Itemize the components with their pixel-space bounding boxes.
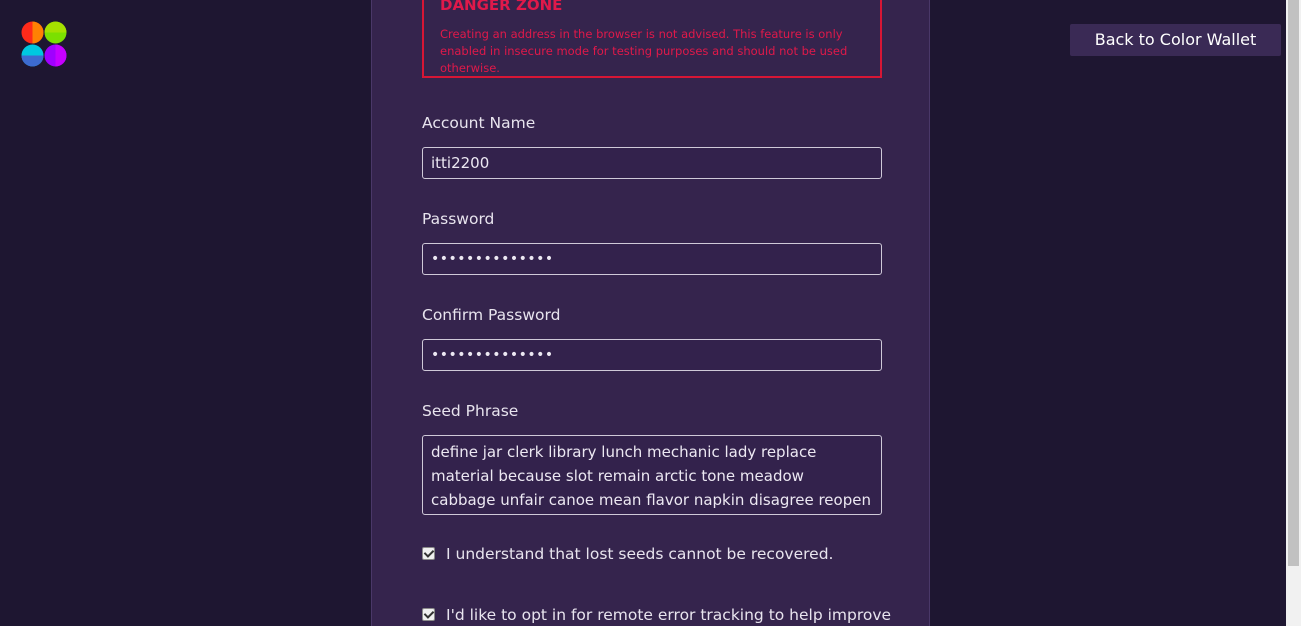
- account-name-label: Account Name: [422, 114, 536, 132]
- password-input[interactable]: ••••••••••••••: [422, 243, 882, 275]
- color-wallet-logo[interactable]: [21, 21, 67, 67]
- back-to-color-wallet-button[interactable]: Back to Color Wallet: [1070, 24, 1281, 56]
- password-label: Password: [422, 210, 495, 228]
- lost-seeds-row[interactable]: I understand that lost seeds cannot be r…: [422, 545, 833, 563]
- error-tracking-checkbox[interactable]: [422, 608, 435, 621]
- danger-zone-box: DANGER ZONE Creating an address in the b…: [422, 0, 882, 78]
- page: Back to Color Wallet DANGER ZONE Creatin…: [0, 0, 1301, 626]
- danger-zone-message: Creating an address in the browser is no…: [440, 27, 848, 75]
- seed-phrase-label: Seed Phrase: [422, 402, 519, 420]
- lost-seeds-checkbox[interactable]: [422, 547, 435, 560]
- account-name-input[interactable]: itti2200: [422, 147, 882, 179]
- logo-icon: [21, 21, 67, 67]
- lost-seeds-label: I understand that lost seeds cannot be r…: [446, 545, 834, 563]
- danger-zone-title: DANGER ZONE: [440, 0, 563, 14]
- create-account-panel: DANGER ZONE Creating an address in the b…: [371, 0, 930, 626]
- scrollbar-thumb[interactable]: [1288, 0, 1299, 566]
- seed-phrase-textarea[interactable]: define jar clerk library lunch mechanic …: [422, 435, 882, 515]
- page-scrollbar[interactable]: [1286, 0, 1301, 626]
- error-tracking-label: I'd like to opt in for remote error trac…: [446, 606, 892, 624]
- confirm-password-input[interactable]: ••••••••••••••: [422, 339, 882, 371]
- confirm-password-label: Confirm Password: [422, 306, 561, 324]
- error-tracking-row[interactable]: I'd like to opt in for remote error trac…: [422, 606, 891, 624]
